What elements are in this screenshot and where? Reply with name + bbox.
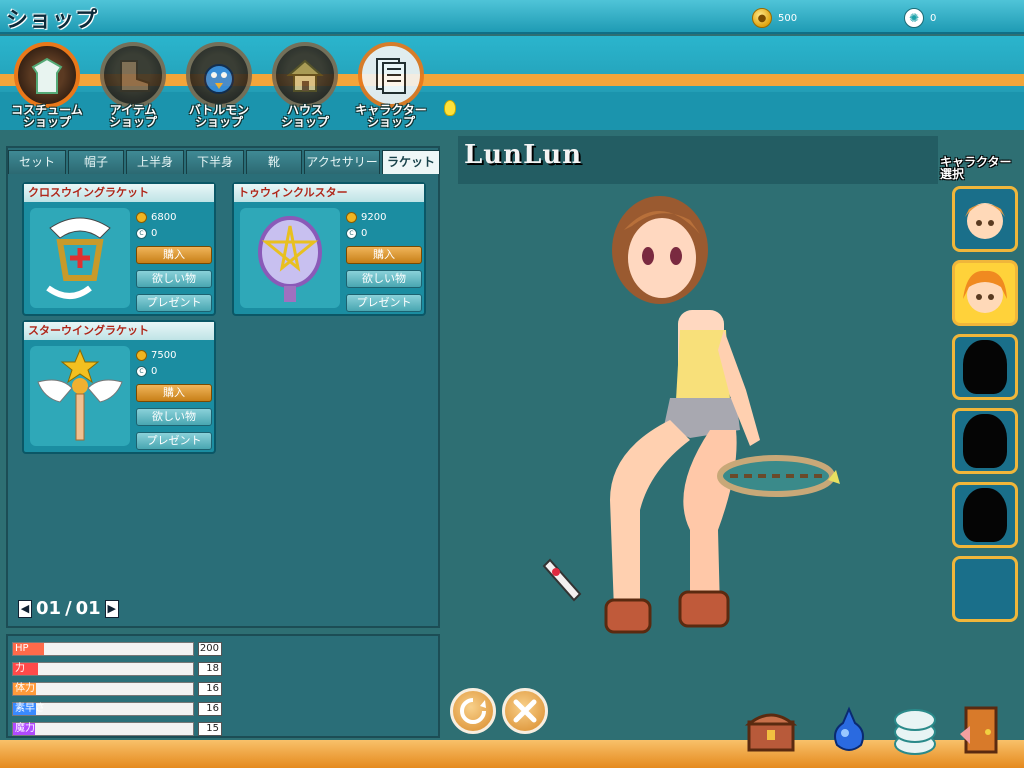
- candy-amount: 0: [930, 12, 937, 24]
- boot-icon: [100, 42, 166, 108]
- potion-button[interactable]: [820, 702, 878, 758]
- stat-row-magic: 魔力 15: [12, 720, 222, 736]
- character-model[interactable]: [540, 190, 840, 660]
- wishlist-button[interactable]: 欲しい物: [346, 270, 422, 288]
- battlemon-icon: [186, 42, 252, 108]
- costume-icon: [14, 42, 80, 108]
- treasure-chest-button[interactable]: [742, 702, 800, 758]
- gift-button[interactable]: プレゼント: [136, 294, 212, 312]
- character-slot[interactable]: [952, 186, 1018, 252]
- stats-panel: HP 200 力 18 体力 16 素早さ 16 魔力 15: [6, 634, 440, 738]
- gold-coin-icon: [136, 350, 147, 361]
- cross-wing-racket-icon: [46, 217, 111, 299]
- twinkle-star-racket-icon: [258, 216, 322, 302]
- buy-button[interactable]: 購入: [136, 246, 212, 264]
- character-shop-button[interactable]: キャラクター ショップ: [350, 42, 432, 130]
- door-icon: [960, 706, 998, 754]
- stat-row-hp: HP 200: [12, 640, 222, 656]
- item-grid: クロスウイングラケット 6800 C0 購入 欲しい物 プレゼント トゥウィンク…: [22, 182, 442, 482]
- total-pages: 01: [75, 598, 101, 619]
- tab-lower-body[interactable]: 下半身: [186, 150, 244, 174]
- gift-button[interactable]: プレゼント: [136, 432, 212, 450]
- treasure-chest-icon: [745, 713, 797, 752]
- cancel-button[interactable]: [502, 688, 548, 734]
- gift-button[interactable]: プレゼント: [346, 294, 422, 312]
- next-page-button[interactable]: ▶: [104, 599, 119, 618]
- tab-set[interactable]: セット: [8, 150, 66, 174]
- item-thumbnail[interactable]: [30, 346, 130, 446]
- gold-coin-icon: [346, 212, 357, 223]
- potion-icon: [834, 706, 864, 751]
- tab-shoes[interactable]: 靴: [246, 150, 302, 174]
- candy-shop-button[interactable]: [886, 702, 944, 758]
- exit-door-button[interactable]: [952, 702, 1010, 758]
- gold-coin-icon: ●: [752, 8, 772, 28]
- card-icon: [358, 42, 424, 108]
- candy-icon: C: [136, 366, 147, 377]
- character-slot-locked[interactable]: [952, 408, 1018, 474]
- item-card: クロスウイングラケット 6800 C0 購入 欲しい物 プレゼント: [22, 182, 216, 316]
- item-card: トゥウィンクルスター 9200 C0 購入 欲しい物 プレゼント: [232, 182, 426, 316]
- gold-coin-icon: [136, 212, 147, 223]
- candy-icon: C: [136, 228, 147, 239]
- house-shop-button[interactable]: ハウス ショップ: [264, 42, 346, 130]
- buy-button[interactable]: 購入: [346, 246, 422, 264]
- tab-accessory[interactable]: アクセサリー: [304, 150, 380, 174]
- current-page: 01: [36, 598, 62, 619]
- tab-racket[interactable]: ラケット: [382, 150, 440, 174]
- tab-hat[interactable]: 帽子: [68, 150, 124, 174]
- stat-row-power: 力 18: [12, 660, 222, 676]
- shop-category-strip: コスチューム ショップ アイテム ショップ バトルモン ショップ ハウス ショッ…: [0, 36, 1024, 130]
- star-wing-racket-icon: [37, 348, 123, 441]
- top-bar: ショップ ● 500 ✺ 0: [0, 0, 1024, 34]
- shop-panel: セット 帽子 上半身 下半身 靴 アクセサリー ラケット クロスウイングラケット…: [6, 146, 440, 628]
- wishlist-button[interactable]: 欲しい物: [136, 408, 212, 426]
- item-name: スターウイングラケット: [24, 322, 214, 340]
- item-name: トゥウィンクルスター: [234, 184, 424, 202]
- character-name-bar: LunLun: [458, 136, 938, 184]
- costume-shop-button[interactable]: コスチューム ショップ: [6, 42, 88, 130]
- character-slot-selected[interactable]: [952, 260, 1018, 326]
- item-thumbnail[interactable]: [30, 208, 130, 308]
- close-icon: [513, 699, 537, 723]
- silhouette-icon: [963, 488, 1007, 542]
- prev-page-button[interactable]: ◀: [18, 599, 32, 618]
- page-title: ショップ: [6, 8, 99, 33]
- tab-upper-body[interactable]: 上半身: [126, 150, 184, 174]
- character-slot-empty[interactable]: [952, 556, 1018, 622]
- character-name: LunLun: [464, 140, 583, 170]
- candy-icon: ✺: [904, 8, 924, 28]
- item-name: クロスウイングラケット: [24, 184, 214, 202]
- gold-display: ● 500: [752, 8, 797, 28]
- boy-avatar: [965, 203, 1005, 239]
- character-slot-locked[interactable]: [952, 482, 1018, 548]
- category-tabs: セット 帽子 上半身 下半身 靴 アクセサリー ラケット: [8, 148, 440, 174]
- wishlist-button[interactable]: 欲しい物: [136, 270, 212, 288]
- rotate-character-button[interactable]: [450, 688, 496, 734]
- item-shop-button[interactable]: アイテム ショップ: [92, 42, 174, 130]
- candy-icon: C: [346, 228, 357, 239]
- silhouette-icon: [963, 340, 1007, 394]
- silhouette-icon: [963, 414, 1007, 468]
- girl-avatar: [963, 270, 1007, 313]
- candy-display: ✺ 0: [904, 8, 936, 28]
- page-separator: /: [65, 598, 72, 619]
- battlemon-shop-button[interactable]: バトルモン ショップ: [178, 42, 260, 130]
- rotate-icon: [460, 698, 486, 724]
- item-card: スターウイングラケット 7500 C0 購入 欲しい物 プレゼント: [22, 320, 216, 454]
- stat-row-stamina: 体力 16: [12, 680, 222, 696]
- pager: ◀ 01 / 01 ▶: [18, 598, 119, 619]
- house-icon: [272, 42, 338, 108]
- candy-stack-icon: [894, 709, 936, 755]
- item-thumbnail[interactable]: [240, 208, 340, 308]
- buy-button[interactable]: 購入: [136, 384, 212, 402]
- hint-bulb-icon[interactable]: [444, 100, 456, 116]
- gold-amount: 500: [778, 12, 798, 24]
- character-slot-locked[interactable]: [952, 334, 1018, 400]
- character-select-label: キャラクター 選択: [940, 155, 1012, 181]
- stat-row-speed: 素早さ 16: [12, 700, 222, 716]
